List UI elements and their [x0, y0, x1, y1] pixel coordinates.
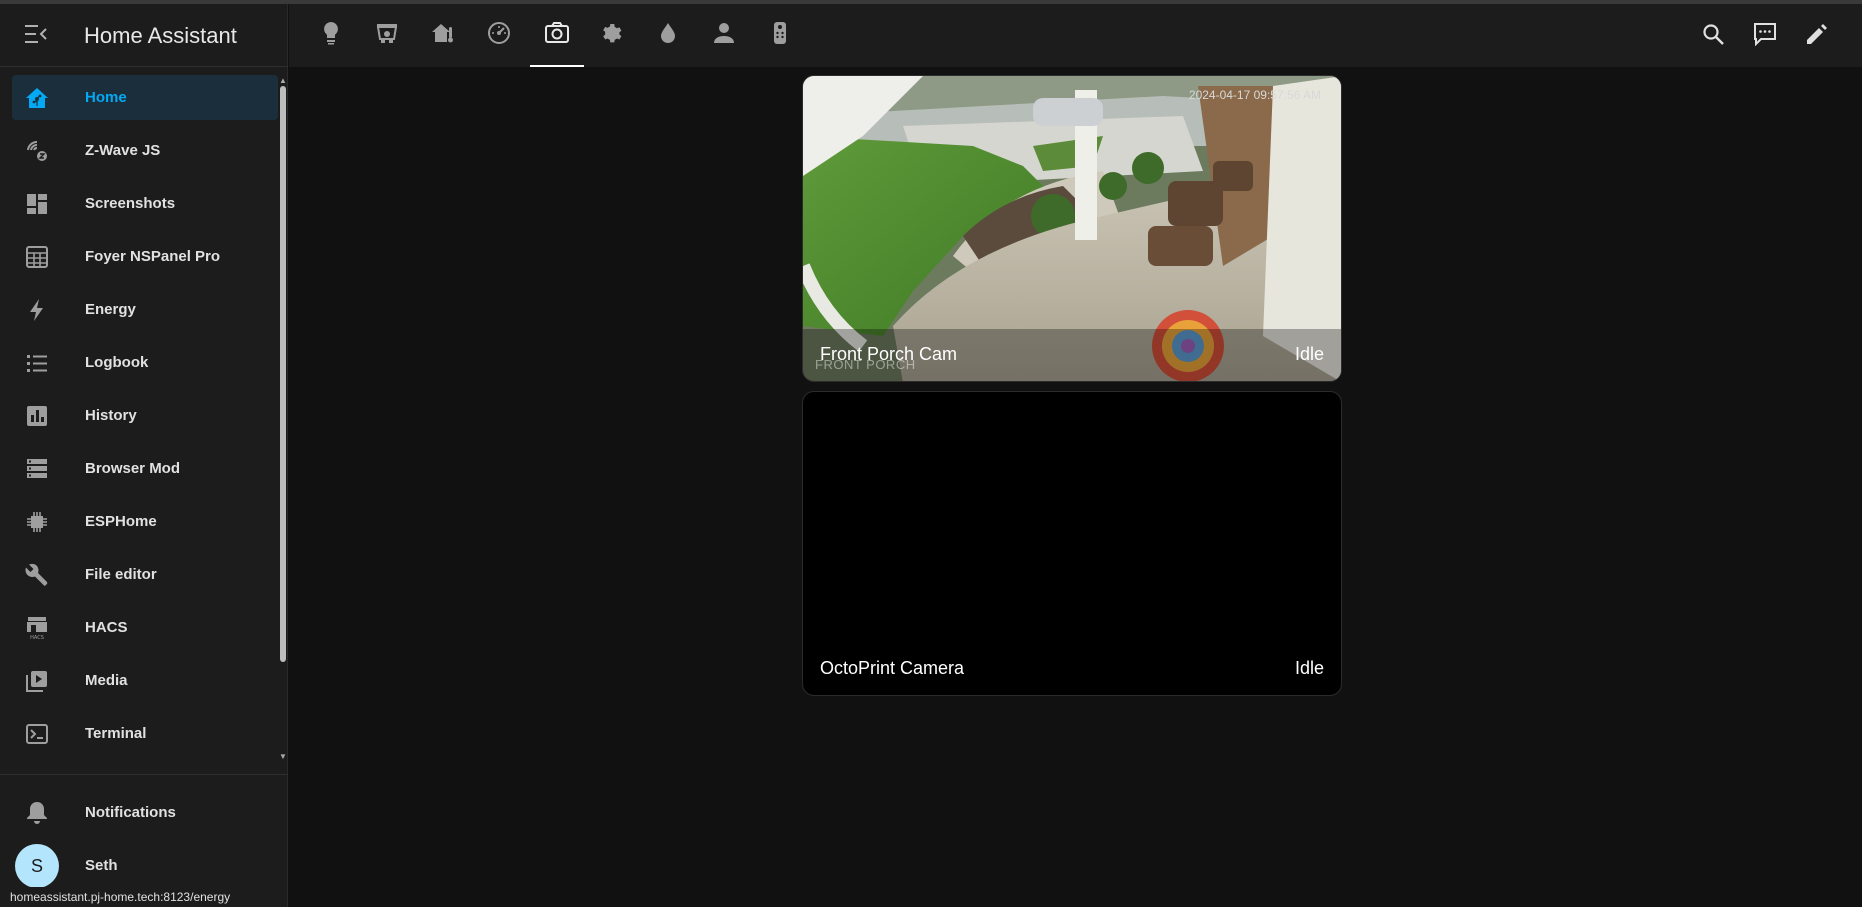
sidebar-item-label: Logbook	[85, 354, 149, 371]
sidebar-item-label: HACS	[85, 619, 128, 636]
lightbulb-icon	[320, 21, 342, 50]
menu-collapse-icon	[25, 24, 47, 48]
sidebar-item-home[interactable]: Home	[12, 75, 278, 120]
dashboard-icon	[24, 191, 49, 216]
sidebar-item-history[interactable]: History	[12, 393, 278, 438]
user-name: Seth	[85, 857, 118, 874]
sidebar-item-esphome[interactable]: ESPHome	[12, 499, 278, 544]
view-tab-settings[interactable]	[585, 4, 639, 67]
sidebar-header: Home Assistant	[0, 4, 288, 67]
sidebar-item-label: File editor	[85, 566, 157, 583]
z-wave-icon	[24, 138, 49, 163]
sidebar-item-label: Foyer NSPanel Pro	[85, 248, 221, 265]
camera-timestamp-overlay: 2024-04-17 09:57:56 AM	[1188, 88, 1321, 102]
home-assistant-icon	[24, 85, 49, 110]
sidebar-item-label: ESPHome	[85, 513, 157, 530]
scroll-thumb[interactable]	[280, 86, 286, 662]
camera-name: OctoPrint Camera	[820, 658, 965, 678]
link-hover-status-url: homeassistant.pj-home.tech:8123/energy	[0, 887, 241, 907]
top-app-bar	[289, 4, 1862, 67]
camera-card-front-porch[interactable]: 2024-04-17 09:57:56 AM FRONT PORCH Front…	[802, 75, 1342, 382]
sidebar-item-label: Terminal	[85, 725, 147, 742]
sidebar-item-energy[interactable]: Energy	[12, 287, 278, 332]
svg-text:HACS: HACS	[30, 635, 44, 640]
view-tab-gauge[interactable]	[472, 4, 526, 67]
view-tab-remote[interactable]	[753, 4, 807, 67]
camera-icon	[545, 22, 569, 49]
sidebar-item-label: Z-Wave JS	[85, 142, 161, 159]
sidebar-item-hacs[interactable]: HACS HACS	[12, 605, 278, 650]
view-tab-climate[interactable]	[416, 4, 470, 67]
pencil-icon	[1806, 23, 1828, 50]
sidebar-item-browser-mod[interactable]: Browser Mod	[12, 446, 278, 491]
gauge-icon	[487, 21, 511, 50]
view-tab-water[interactable]	[641, 4, 695, 67]
remote-icon	[772, 21, 788, 50]
sidebar-item-logbook[interactable]: Logbook	[12, 340, 278, 385]
chart-box-icon	[24, 403, 49, 428]
sidebar-item-label: Home	[85, 89, 127, 106]
sidebar-scrollbar[interactable]: ▲ ▼	[279, 76, 287, 761]
sidebar: Home Assistant Home Z-Wave JS Screenshot…	[0, 4, 288, 907]
camera-state: Idle	[1294, 658, 1324, 678]
home-thermometer-icon	[431, 21, 455, 50]
scroll-down-arrow-icon[interactable]: ▼	[279, 752, 287, 761]
camera-name: Front Porch Cam	[820, 344, 958, 364]
camera-card-footer: OctoPrint Camera Idle	[803, 643, 1341, 695]
edit-dashboard-button[interactable]	[1799, 18, 1835, 54]
app-title: Home Assistant	[84, 23, 237, 48]
wrench-icon	[24, 562, 49, 587]
sidebar-item-screenshots[interactable]: Screenshots	[12, 181, 278, 226]
water-drop-icon	[659, 22, 677, 49]
sidebar-item-label: Media	[85, 672, 128, 689]
table-grid-icon	[24, 244, 49, 269]
assist-chat-icon	[1753, 22, 1777, 51]
robot-vacuum-icon	[375, 21, 399, 50]
bell-icon	[24, 800, 49, 825]
sidebar-item-label: History	[85, 407, 137, 424]
camera-card-octoprint[interactable]: OctoPrint Camera Idle	[802, 391, 1342, 696]
view-tab-vacuum[interactable]	[360, 4, 414, 67]
lightning-bolt-icon	[24, 297, 49, 322]
cog-icon	[600, 21, 624, 50]
sidebar-item-label: Energy	[85, 301, 136, 318]
view-tab-cameras[interactable]	[530, 4, 584, 67]
sidebar-item-file-editor[interactable]: File editor	[12, 552, 278, 597]
server-icon	[24, 456, 49, 481]
sidebar-item-z-wave-js[interactable]: Z-Wave JS	[12, 128, 278, 173]
chip-icon	[24, 509, 49, 534]
view-tab-lights[interactable]	[304, 4, 358, 67]
search-button[interactable]	[1695, 18, 1731, 54]
sidebar-item-label: Notifications	[85, 804, 176, 821]
list-icon	[24, 350, 49, 375]
camera-card-footer: FRONT PORCH Front Porch Cam Idle	[803, 329, 1341, 381]
media-play-icon	[24, 668, 49, 693]
sidebar-item-label: Browser Mod	[85, 460, 181, 477]
view-tab-people[interactable]	[697, 4, 751, 67]
sidebar-item-label: Screenshots	[85, 195, 176, 212]
terminal-icon	[24, 721, 49, 746]
assist-button[interactable]	[1747, 18, 1783, 54]
sidebar-item-terminal[interactable]: Terminal	[12, 711, 278, 756]
sidebar-divider	[0, 774, 288, 775]
scroll-up-arrow-icon[interactable]: ▲	[279, 76, 287, 85]
menu-toggle-button[interactable]	[18, 18, 54, 54]
account-icon	[713, 22, 735, 49]
search-icon	[1702, 23, 1724, 50]
sidebar-item-user-profile[interactable]: Seth	[12, 843, 278, 888]
sidebar-item-media[interactable]: Media	[12, 658, 278, 703]
hacs-icon: HACS	[24, 615, 49, 640]
sidebar-item-notifications[interactable]: Notifications	[12, 790, 278, 835]
sidebar-item-foyer-nspanel-pro[interactable]: Foyer NSPanel Pro	[12, 234, 278, 279]
camera-state: Idle	[1294, 344, 1324, 364]
